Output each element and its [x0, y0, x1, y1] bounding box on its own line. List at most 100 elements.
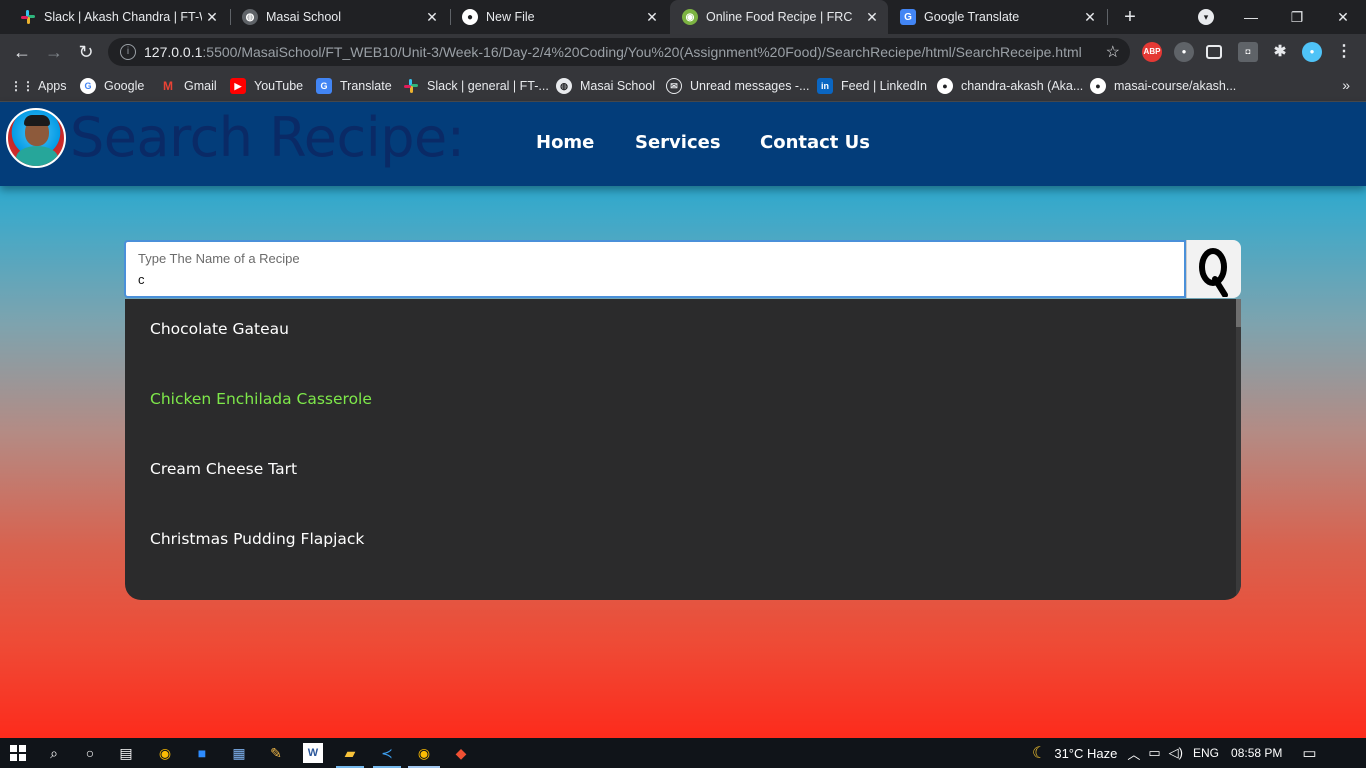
tab-title: Online Food Recipe | FRC — [706, 10, 853, 24]
language-indicator[interactable]: ENG — [1193, 746, 1219, 760]
slack-icon — [20, 9, 36, 25]
tab-slack[interactable]: Slack | Akash Chandra | FT-W ✕ — [8, 0, 228, 34]
suggestion-item[interactable]: Christmas Pudding Flapjack — [150, 530, 364, 548]
bookmark-star-icon[interactable]: ☆ — [1106, 42, 1120, 62]
url-path: :5500/MasaiSchool/FT_WEB10/Unit-3/Week-1… — [202, 44, 1082, 60]
tab-new-file[interactable]: ● New File ✕ — [450, 0, 668, 34]
bookmarks-overflow-icon[interactable]: » — [1342, 77, 1350, 93]
weather-text[interactable]: 31°C Haze — [1054, 746, 1117, 761]
bookmark-label: masai-course/akash... — [1114, 79, 1237, 93]
tab-google-translate[interactable]: G Google Translate ✕ — [888, 0, 1106, 34]
tab-close-icon[interactable]: ✕ — [202, 9, 222, 26]
bookmark-linkedin[interactable]: in Feed | LinkedIn — [817, 76, 927, 96]
menu-kebab-icon[interactable]: ⋮ — [1334, 42, 1354, 62]
vscode-icon[interactable]: ≺ — [377, 743, 397, 763]
tab-close-icon[interactable]: ✕ — [642, 9, 662, 26]
bookmark-youtube[interactable]: ▶ YouTube — [230, 76, 303, 96]
bookmark-masai[interactable]: ◍ Masai School — [556, 76, 655, 96]
adblock-icon[interactable]: ABP — [1142, 42, 1162, 62]
puzzle-extensions-icon[interactable]: ✱ — [1270, 42, 1290, 62]
search-icon[interactable]: ⌕ — [44, 743, 64, 763]
notepad-icon[interactable]: ▦ — [229, 743, 249, 763]
bookmark-label: YouTube — [254, 79, 304, 93]
zoom-icon[interactable]: ■ — [192, 743, 212, 763]
search-icon — [1199, 248, 1228, 297]
windows-start-icon[interactable] — [8, 743, 28, 763]
search-input[interactable]: Type The Name of a Recipe c — [124, 240, 1186, 298]
media-icon[interactable] — [1206, 45, 1222, 59]
os-taskbar: ⌕ ○ ▤ ◉ ■ ▦ ✎ W ▰ ≺ ◉ ◆ ☾ 31°C Haze ︿ ▭ … — [0, 738, 1366, 768]
site-info-icon[interactable]: i — [120, 44, 136, 60]
window-controls: — ❐ ✕ — [1228, 0, 1366, 34]
dropdown-scroll-thumb[interactable] — [1236, 299, 1241, 327]
browser-tab-strip: Slack | Akash Chandra | FT-W ✕ ◍ Masai S… — [0, 0, 1366, 34]
bookmark-github-chandra[interactable]: ● chandra-akash (Aka... — [937, 76, 1083, 96]
tray-chevron-icon[interactable]: ︿ — [1127, 744, 1140, 763]
globe-icon: ◍ — [242, 9, 258, 25]
search-value: c — [138, 272, 145, 287]
bookmark-label: Apps — [38, 79, 67, 93]
back-arrow-icon[interactable]: ← — [10, 40, 34, 64]
bookmark-unread-messages[interactable]: ✉ Unread messages -... — [666, 76, 810, 96]
linkedin-icon: in — [817, 78, 833, 94]
task-view-icon[interactable]: ▤ — [116, 743, 136, 763]
address-bar[interactable]: i 127.0.0.1:5500/MasaiSchool/FT_WEB10/Un… — [108, 38, 1130, 66]
camera-icon[interactable]: ◘ — [1238, 42, 1258, 62]
suggestion-item[interactable]: Cream Cheese Tart — [150, 460, 297, 478]
mail-icon: ✉ — [666, 78, 682, 94]
word-icon[interactable]: W — [303, 743, 323, 763]
bookmark-label: Gmail — [184, 79, 217, 93]
bookmark-gmail[interactable]: M Gmail — [160, 76, 217, 96]
clock[interactable]: 08:58 PM — [1231, 746, 1282, 760]
extension-icon[interactable]: ● — [1174, 42, 1194, 62]
network-icon[interactable]: ▭ — [1148, 745, 1160, 761]
github-icon: ● — [1090, 78, 1106, 94]
restore-button[interactable]: ❐ — [1274, 9, 1320, 26]
cortana-icon[interactable]: ○ — [80, 743, 100, 763]
nav-home-link[interactable]: Home — [536, 132, 594, 153]
tab-search-icon[interactable]: ▾ — [1198, 9, 1214, 25]
forward-arrow-icon[interactable]: → — [42, 40, 66, 64]
reload-icon[interactable]: ↻ — [74, 40, 98, 64]
bookmark-label: Translate — [340, 79, 392, 93]
chrome-icon[interactable]: ◉ — [155, 743, 175, 763]
tab-title: New File — [486, 10, 535, 24]
chrome-active-icon[interactable]: ◉ — [414, 743, 434, 763]
tab-close-icon[interactable]: ✕ — [862, 9, 882, 26]
minimize-button[interactable]: — — [1228, 9, 1274, 25]
close-window-button[interactable]: ✕ — [1320, 9, 1366, 26]
tab-close-icon[interactable]: ✕ — [422, 9, 442, 26]
youtube-icon: ▶ — [230, 78, 246, 94]
tab-online-food-recipe[interactable]: ◉ Online Food Recipe | FRC ✕ — [670, 0, 888, 34]
dropdown-scrollbar[interactable] — [1236, 299, 1241, 600]
browser-toolbar: ← → ↻ i 127.0.0.1:5500/MasaiSchool/FT_WE… — [0, 34, 1366, 70]
bookmarks-bar: ⋮⋮ Apps G Google M Gmail ▶ YouTube G Tra… — [0, 70, 1366, 102]
profile-avatar[interactable]: ● — [1302, 42, 1322, 62]
file-explorer-icon[interactable]: ▰ — [340, 743, 360, 763]
slack-icon — [403, 78, 419, 94]
nav-contact-link[interactable]: Contact Us — [760, 132, 870, 153]
suggestion-item-highlighted[interactable]: Chicken Enchilada Casserole — [150, 390, 372, 408]
nav-services-link[interactable]: Services — [635, 132, 721, 153]
bookmark-apps[interactable]: ⋮⋮ Apps — [10, 76, 67, 96]
page-content: Search Recipe: Home Services Contact Us … — [0, 102, 1366, 738]
notifications-icon[interactable]: ▭ — [1302, 744, 1316, 762]
paint-icon[interactable]: ✎ — [266, 743, 286, 763]
bookmark-translate[interactable]: G Translate — [316, 76, 392, 96]
tab-close-icon[interactable]: ✕ — [1080, 9, 1100, 26]
translate-icon: G — [900, 9, 916, 25]
search-button[interactable] — [1186, 240, 1241, 298]
git-icon[interactable]: ◆ — [451, 743, 471, 763]
bookmark-github-masai-course[interactable]: ● masai-course/akash... — [1090, 76, 1236, 96]
volume-icon[interactable]: ◁) — [1169, 745, 1183, 761]
globe-icon: ◍ — [556, 78, 572, 94]
suggestion-item[interactable]: Chocolate Gateau — [150, 320, 289, 338]
github-icon: ● — [462, 9, 478, 25]
new-tab-button[interactable]: + — [1118, 4, 1142, 30]
bookmark-label: chandra-akash (Aka... — [961, 79, 1084, 93]
bookmark-slack[interactable]: Slack | general | FT-... — [403, 76, 549, 96]
suggestion-dropdown: Chocolate Gateau Chicken Enchilada Casse… — [125, 299, 1241, 600]
page-title: Search Recipe: — [70, 106, 465, 169]
tab-masai-school[interactable]: ◍ Masai School ✕ — [230, 0, 448, 34]
bookmark-google[interactable]: G Google — [80, 76, 144, 96]
